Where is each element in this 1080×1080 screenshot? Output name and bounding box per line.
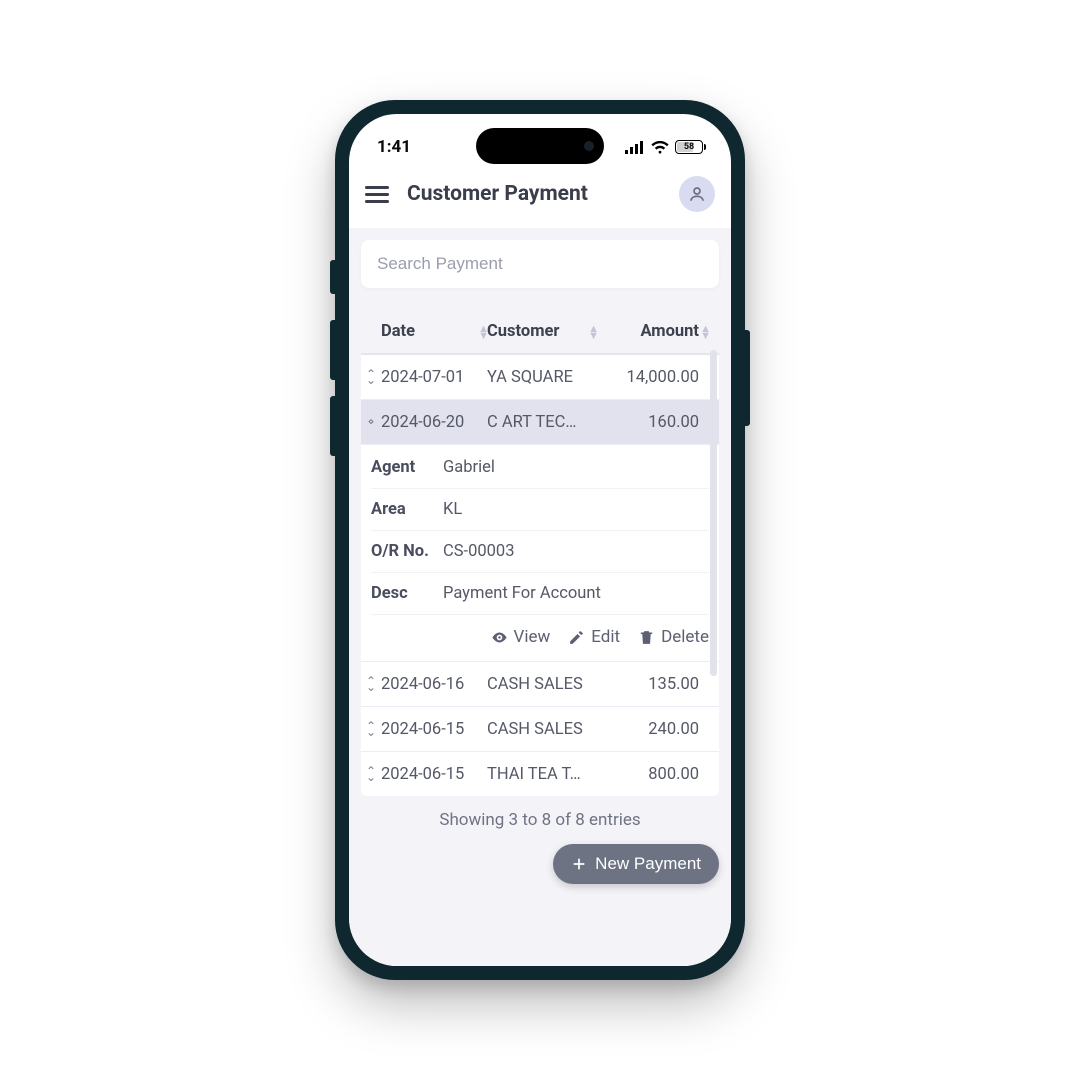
detail-label: Desc <box>371 584 443 603</box>
delete-button[interactable]: Delete <box>638 627 709 647</box>
cell-date: 2024-06-15 <box>381 720 487 739</box>
user-icon <box>688 185 706 203</box>
table-row[interactable]: 2024-06-16 CASH SALES 135.00 <box>361 662 719 707</box>
cellular-icon <box>625 141 645 154</box>
page-title: Customer Payment <box>407 182 661 206</box>
trash-icon <box>638 629 655 646</box>
view-button[interactable]: View <box>491 627 551 647</box>
phone-frame: 1:41 58 Customer Payment <box>335 100 745 980</box>
menu-icon[interactable] <box>365 182 389 207</box>
table-header-row: Date▲▼ Customer▲▼ Amount▲▼ <box>361 310 719 354</box>
cell-customer: YA SQUARE <box>487 368 593 387</box>
payments-table: Date▲▼ Customer▲▼ Amount▲▼ 2024-07-01 YA… <box>361 310 719 796</box>
cell-customer: CASH SALES <box>487 720 593 739</box>
detail-value: Payment For Account <box>443 584 709 603</box>
cell-date: 2024-06-15 <box>381 765 487 784</box>
detail-value: CS-00003 <box>443 542 709 561</box>
screen: 1:41 58 Customer Payment <box>349 114 731 966</box>
plus-icon <box>571 856 587 872</box>
detail-value: KL <box>443 500 709 519</box>
col-customer[interactable]: Customer▲▼ <box>487 322 597 341</box>
detail-label: Agent <box>371 458 443 477</box>
new-payment-button[interactable]: New Payment <box>553 844 719 884</box>
row-detail-panel: AgentGabriel AreaKL O/R No.CS-00003 Desc… <box>361 445 719 662</box>
wifi-icon <box>651 141 669 154</box>
table-row[interactable]: 2024-06-20 C ART TEC… 160.00 <box>361 400 719 445</box>
eye-icon <box>491 629 508 646</box>
collapse-icon[interactable] <box>361 412 381 432</box>
cell-amount: 14,000.00 <box>597 368 711 387</box>
cell-date: 2024-06-20 <box>381 413 487 432</box>
cell-amount: 800.00 <box>597 765 711 784</box>
battery-icon: 58 <box>675 140 703 154</box>
expand-icon[interactable] <box>361 674 381 694</box>
scrollbar[interactable] <box>710 350 717 676</box>
detail-label: Area <box>371 500 443 519</box>
sort-icon: ▲▼ <box>700 325 711 339</box>
profile-avatar[interactable] <box>679 176 715 212</box>
table-row[interactable]: 2024-07-01 YA SQUARE 14,000.00 <box>361 355 719 400</box>
expand-icon[interactable] <box>361 764 381 784</box>
cell-amount: 240.00 <box>597 720 711 739</box>
cell-amount: 160.00 <box>597 413 711 432</box>
cell-amount: 135.00 <box>597 675 711 694</box>
expand-icon[interactable] <box>361 367 381 387</box>
dynamic-island <box>476 128 604 164</box>
table-row[interactable]: 2024-06-15 THAI TEA T… 800.00 <box>361 752 719 796</box>
pencil-icon <box>568 629 585 646</box>
col-amount[interactable]: Amount▲▼ <box>597 322 711 341</box>
cell-customer: CASH SALES <box>487 675 593 694</box>
cell-customer: C ART TEC… <box>487 413 593 432</box>
expand-icon[interactable] <box>361 719 381 739</box>
status-time: 1:41 <box>377 137 411 157</box>
detail-value: Gabriel <box>443 458 709 477</box>
col-date[interactable]: Date▲▼ <box>381 322 487 341</box>
cell-date: 2024-06-16 <box>381 675 487 694</box>
app-header: Customer Payment <box>349 170 731 228</box>
table-row[interactable]: 2024-06-15 CASH SALES 240.00 <box>361 707 719 752</box>
cell-customer: THAI TEA T… <box>487 765 593 784</box>
edit-button[interactable]: Edit <box>568 627 620 647</box>
pager-text: Showing 3 to 8 of 8 entries <box>361 796 719 836</box>
detail-label: O/R No. <box>371 542 443 561</box>
search-input[interactable] <box>361 240 719 288</box>
cell-date: 2024-07-01 <box>381 368 487 387</box>
